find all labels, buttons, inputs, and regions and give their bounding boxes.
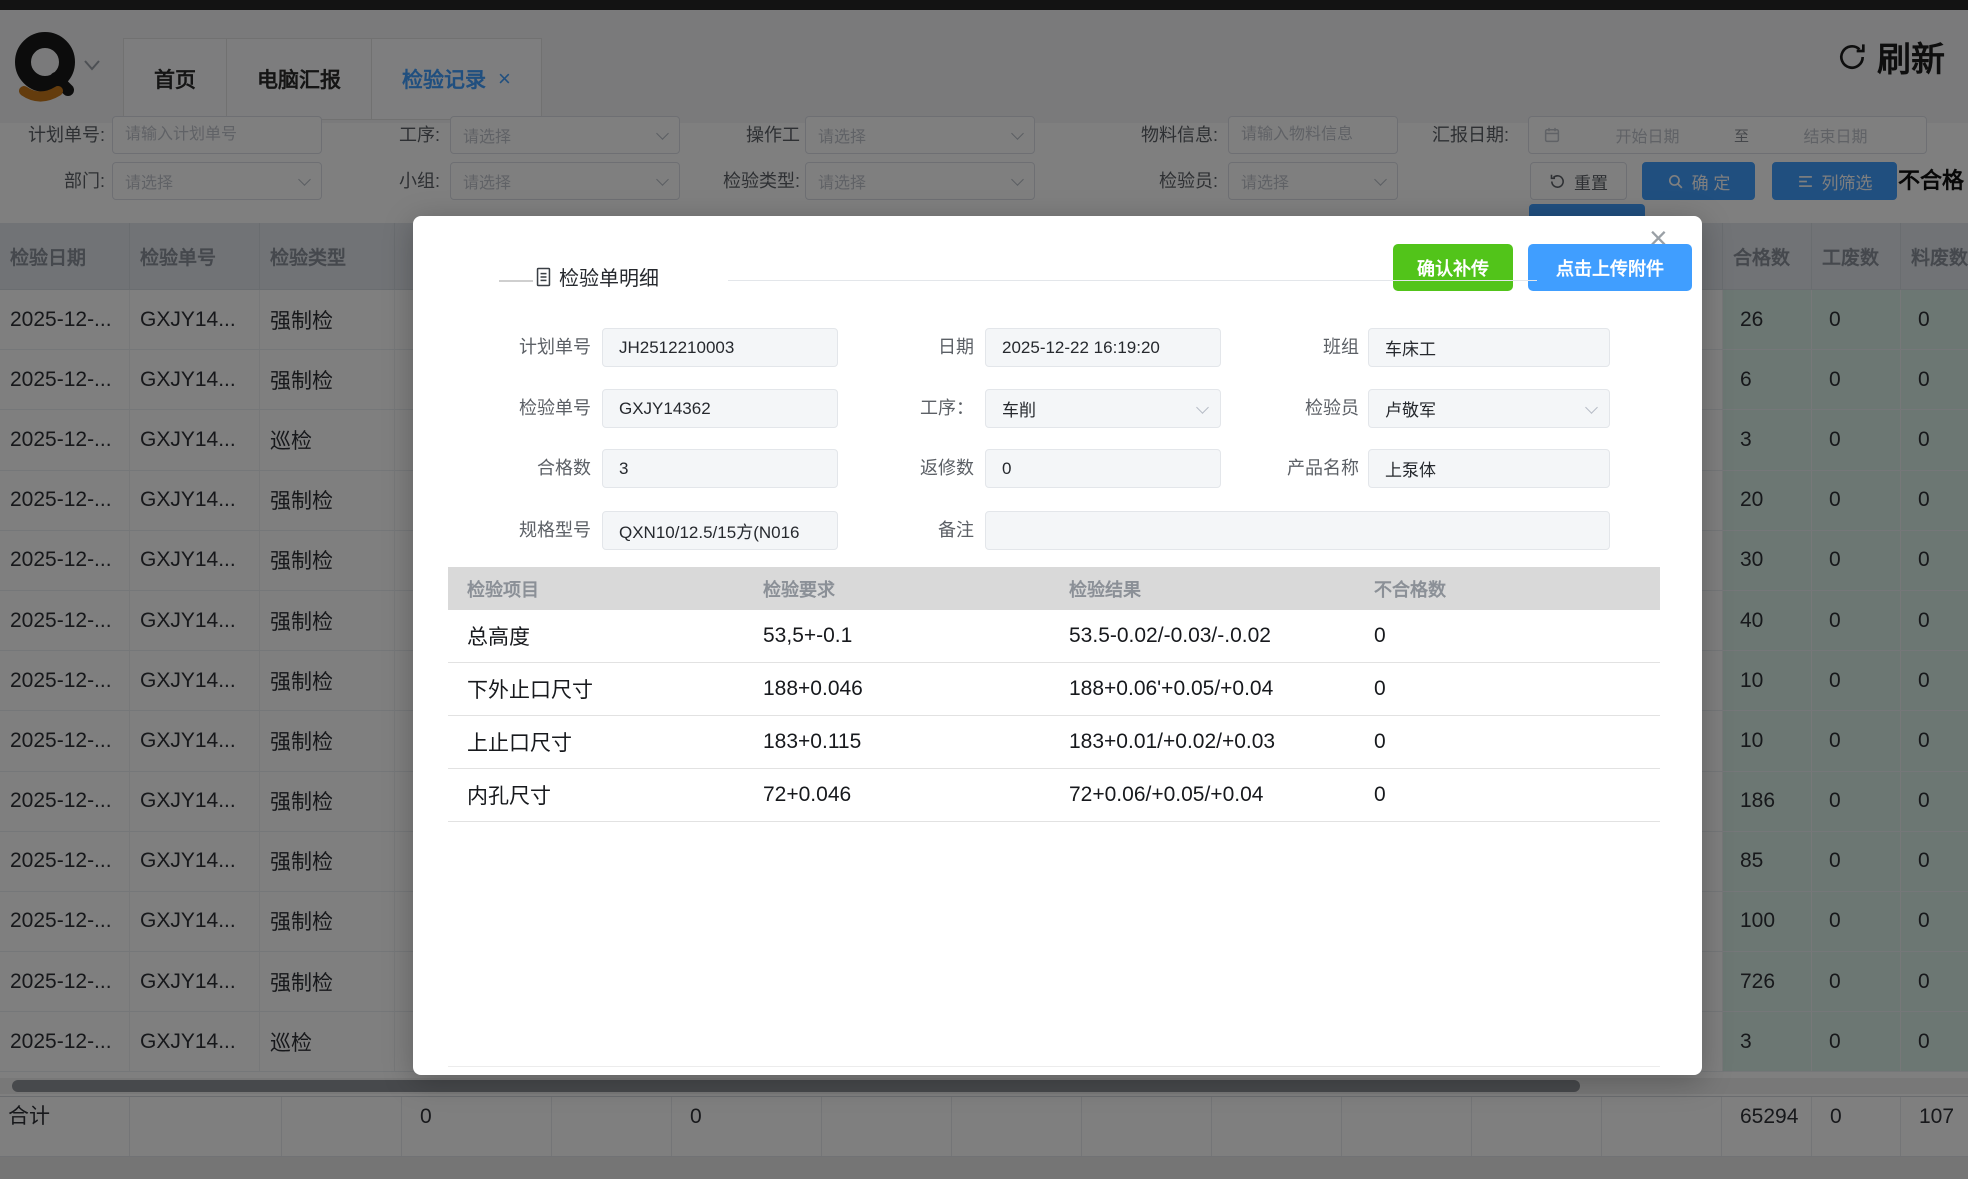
cell-inspection-result: 53.5-0.02/-0.03/-.0.02 — [1050, 610, 1355, 662]
cell-inspection-result: 183+0.01/+0.02/+0.03 — [1050, 716, 1355, 768]
cell-inspection-item: 内孔尺寸 — [448, 769, 744, 821]
qualified-count-field — [602, 449, 838, 488]
modal-table-row[interactable]: 总高度53,5+-0.153.5-0.02/-0.03/-.0.020 — [448, 610, 1660, 663]
modal-bottom-divider — [448, 1066, 1660, 1067]
qualified-count-input[interactable] — [602, 449, 838, 488]
repair-count-input[interactable] — [985, 449, 1221, 488]
plan-no-input[interactable] — [602, 328, 838, 367]
cell-inspection-item: 下外止口尺寸 — [448, 663, 744, 715]
document-icon — [535, 266, 552, 288]
cell-inspection-requirement: 183+0.115 — [744, 716, 1050, 768]
plan-no-label: 计划单号 — [443, 328, 591, 367]
cell-inspection-item: 上止口尺寸 — [448, 716, 744, 768]
modal-column-header: 不合格数 — [1355, 567, 1660, 610]
app-window: 首页 电脑汇报 检验记录 × 刷新 计划单号: 工序: 请选择 操作工 请选择 — [0, 0, 1968, 1179]
title-right-line — [728, 280, 1537, 281]
date-field — [985, 328, 1221, 367]
team-field — [1368, 328, 1610, 367]
modal-table-header: 检验项目检验要求检验结果不合格数 — [448, 567, 1660, 610]
cell-inspection-requirement: 188+0.046 — [744, 663, 1050, 715]
modal-measurement-table: 检验项目检验要求检验结果不合格数 总高度53,5+-0.153.5-0.02/-… — [448, 567, 1660, 822]
process-field — [985, 389, 1221, 428]
repair-count-field — [985, 449, 1221, 488]
team-input[interactable] — [1368, 328, 1610, 367]
inspection-no-label: 检验单号 — [443, 389, 591, 428]
repair-count-label: 返修数 — [853, 449, 974, 488]
modal-table-body: 总高度53,5+-0.153.5-0.02/-0.03/-.0.020下外止口尺… — [448, 610, 1660, 822]
inspector-field — [1368, 389, 1610, 428]
product-name-field — [1368, 449, 1610, 488]
cell-unqualified-count: 0 — [1355, 716, 1660, 768]
spec-model-input[interactable] — [602, 511, 838, 550]
cell-unqualified-count: 0 — [1355, 610, 1660, 662]
inspector-label: 检验员 — [1243, 389, 1359, 428]
qualified-count-label: 合格数 — [443, 449, 591, 488]
modal-column-header: 检验结果 — [1050, 567, 1355, 610]
product-name-label: 产品名称 — [1243, 449, 1359, 488]
inspection-no-field — [602, 389, 838, 428]
modal-title-label: 检验单明细 — [559, 262, 659, 291]
cell-inspection-requirement: 53,5+-0.1 — [744, 610, 1050, 662]
process-input[interactable] — [985, 389, 1221, 428]
cell-inspection-result: 188+0.06'+0.05/+0.04 — [1050, 663, 1355, 715]
spec-model-label: 规格型号 — [443, 511, 591, 550]
cell-inspection-requirement: 72+0.046 — [744, 769, 1050, 821]
modal-column-header: 检验要求 — [744, 567, 1050, 610]
modal-table-row[interactable]: 内孔尺寸72+0.04672+0.06/+0.05/+0.040 — [448, 769, 1660, 822]
modal-column-header: 检验项目 — [448, 567, 744, 610]
remark-field — [985, 511, 1610, 550]
cell-inspection-item: 总高度 — [448, 610, 744, 662]
modal-title: 检验单明细 — [535, 262, 659, 291]
remark-label: 备注 — [853, 511, 974, 550]
modal-table-row[interactable]: 下外止口尺寸188+0.046188+0.06'+0.05/+0.040 — [448, 663, 1660, 716]
confirm-supplement-upload-button[interactable]: 确认补传 — [1393, 244, 1513, 291]
product-name-input[interactable] — [1368, 449, 1610, 488]
inspection-no-input[interactable] — [602, 389, 838, 428]
upload-attachment-button[interactable]: 点击上传附件 — [1528, 244, 1692, 291]
plan-no-field — [602, 328, 838, 367]
remark-input[interactable] — [985, 511, 1610, 550]
inspection-detail-modal: × 确认补传 点击上传附件 检验单明细 计划单号日期班组检验单号工序：检验员合格… — [413, 216, 1702, 1075]
team-label: 班组 — [1243, 328, 1359, 367]
date-label: 日期 — [853, 328, 974, 367]
date-input[interactable] — [985, 328, 1221, 367]
title-left-line — [499, 280, 533, 282]
cell-unqualified-count: 0 — [1355, 769, 1660, 821]
inspector-input[interactable] — [1368, 389, 1610, 428]
modal-table-row[interactable]: 上止口尺寸183+0.115183+0.01/+0.02/+0.030 — [448, 716, 1660, 769]
cell-unqualified-count: 0 — [1355, 663, 1660, 715]
process-label: 工序： — [853, 389, 974, 428]
spec-model-field — [602, 511, 838, 550]
cell-inspection-result: 72+0.06/+0.05/+0.04 — [1050, 769, 1355, 821]
